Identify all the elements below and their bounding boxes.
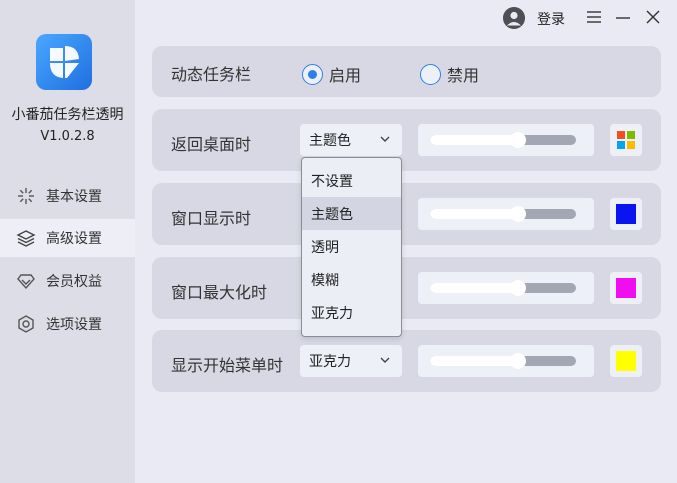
radio-label: 禁用: [447, 66, 480, 85]
close-icon[interactable]: [643, 7, 663, 27]
sparkle-icon: [16, 186, 36, 206]
dynamic-taskbar-card: 动态任务栏 启用 禁用: [152, 46, 661, 97]
setting-row-window-show: 窗口显示时: [152, 183, 661, 245]
menu-icon[interactable]: [584, 7, 604, 27]
app-name: 小番茄任务栏透明: [11, 107, 124, 123]
radio-button[interactable]: [302, 63, 323, 85]
app-logo: [36, 34, 92, 90]
sidebar-item-label: 基本设置: [46, 189, 102, 205]
sidebar-item-advanced-settings[interactable]: 高级设置: [0, 219, 135, 257]
row-label: 窗口显示时: [171, 209, 252, 228]
color-picker-button[interactable]: [610, 198, 642, 230]
sidebar-item-label: 高级设置: [46, 231, 102, 247]
dropdown-option-none[interactable]: 不设置: [302, 164, 401, 197]
opacity-slider[interactable]: [418, 272, 594, 304]
diamond-icon: [16, 271, 36, 291]
color-picker-button[interactable]: [610, 272, 642, 304]
user-avatar-icon[interactable]: [503, 7, 525, 29]
mode-dropdown-menu: 不设置 主题色 透明 模糊 亚克力: [301, 157, 402, 337]
chevron-down-icon: [379, 354, 391, 370]
setting-row-start-menu: 显示开始菜单时 亚克力: [152, 330, 661, 392]
radio-disable[interactable]: 禁用: [420, 62, 479, 86]
sidebar-item-options[interactable]: 选项设置: [0, 305, 135, 343]
color-swatch: [616, 204, 636, 224]
color-swatch: [616, 351, 636, 371]
dropdown-option-transparent[interactable]: 透明: [302, 230, 401, 263]
opacity-slider[interactable]: [418, 198, 594, 230]
login-link[interactable]: 登录: [537, 9, 565, 29]
dropdown-option-theme-color[interactable]: 主题色: [302, 197, 401, 230]
mode-select[interactable]: 亚克力: [300, 345, 402, 377]
minimize-icon[interactable]: [613, 7, 633, 27]
radio-button[interactable]: [420, 63, 441, 85]
windows-logo-icon: [617, 131, 635, 149]
dropdown-option-blur[interactable]: 模糊: [302, 263, 401, 296]
sidebar-item-membership[interactable]: 会员权益: [0, 262, 135, 300]
row-label: 返回桌面时: [171, 135, 252, 154]
radio-label: 启用: [329, 66, 362, 85]
color-picker-button[interactable]: [610, 124, 642, 156]
setting-row-return-desktop: 返回桌面时 主题色: [152, 109, 661, 171]
sidebar-item-basic-settings[interactable]: 基本设置: [0, 177, 135, 215]
mode-select[interactable]: 主题色: [300, 124, 402, 156]
app-version: V1.0.2.8: [40, 129, 95, 144]
opacity-slider[interactable]: [418, 124, 594, 156]
sidebar-item-label: 选项设置: [46, 317, 102, 333]
hexagon-settings-icon: [16, 314, 36, 334]
select-value: 亚克力: [309, 354, 351, 370]
radio-enable[interactable]: 启用: [302, 62, 361, 86]
dynamic-taskbar-label: 动态任务栏: [171, 65, 252, 84]
sidebar: 小番茄任务栏透明 V1.0.2.8 基本设置 高级设置 会员权益 选项设置: [0, 0, 135, 483]
dropdown-option-acrylic[interactable]: 亚克力: [302, 296, 401, 329]
sidebar-item-label: 会员权益: [46, 274, 102, 290]
setting-row-window-maximize: 窗口最大化时: [152, 257, 661, 319]
layers-icon: [16, 228, 36, 248]
row-label: 窗口最大化时: [171, 283, 268, 302]
color-picker-button[interactable]: [610, 345, 642, 377]
select-value: 主题色: [309, 133, 351, 149]
opacity-slider[interactable]: [418, 345, 594, 377]
color-swatch: [616, 278, 636, 298]
row-label: 显示开始菜单时: [171, 356, 284, 375]
chevron-down-icon: [379, 133, 391, 149]
